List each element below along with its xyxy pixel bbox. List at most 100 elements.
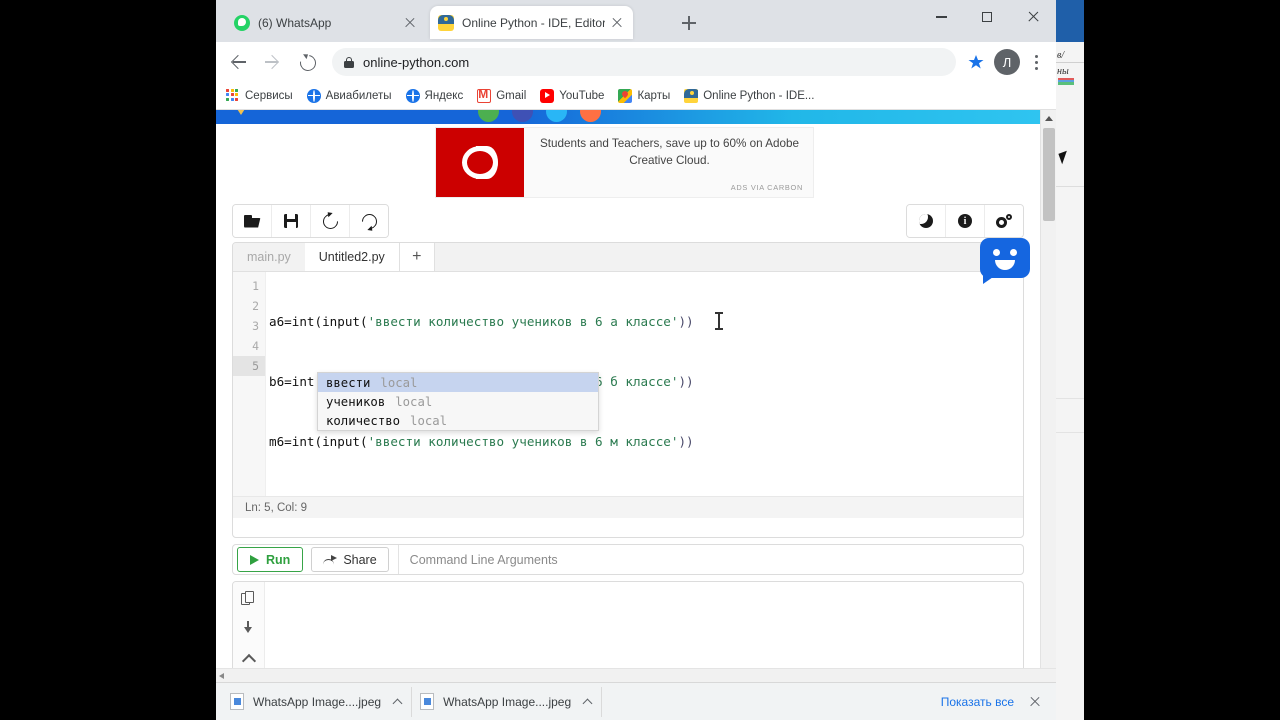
youtube-icon (540, 88, 555, 103)
add-file-tab-button[interactable]: + (399, 243, 435, 271)
undo-icon (319, 210, 341, 232)
redo-button[interactable] (350, 205, 388, 237)
folder-open-icon (243, 214, 261, 228)
profile-avatar[interactable]: Л (994, 49, 1020, 75)
header-dot-3 (546, 110, 567, 122)
download-file-name: WhatsApp Image....jpeg (253, 694, 382, 709)
close-icon[interactable] (402, 15, 418, 31)
bookmark-online-python[interactable]: Online Python - IDE... (684, 88, 814, 103)
code-line: a6=int(input('ввести количество учеников… (269, 312, 1023, 332)
autocomplete-scope: local (380, 375, 418, 390)
autocomplete-label: учеников (326, 394, 386, 409)
editor-body[interactable]: 1 2 3 4 5 a6=int(input('ввести количеств… (233, 272, 1023, 518)
page-scrollbar[interactable] (1040, 110, 1056, 692)
chevron-up-icon[interactable] (241, 650, 257, 664)
bookmark-karty[interactable]: Карты (618, 88, 670, 103)
save-icon (284, 214, 298, 228)
new-tab-button[interactable] (678, 12, 700, 34)
line-number: 3 (252, 319, 259, 333)
scroll-up-arrow-icon[interactable] (1041, 110, 1056, 126)
carbon-ad-banner[interactable]: Students and Teachers, save up to 60% on… (435, 127, 814, 198)
forward-button[interactable] (258, 47, 288, 77)
adobe-creative-cloud-icon (436, 128, 524, 197)
chrome-browser-window: (6) WhatsApp Online Python - IDE, Editor… (216, 0, 1056, 720)
output-side-toolbar (233, 582, 265, 680)
info-button[interactable]: i (946, 205, 985, 237)
editor-file-tabs: main.py Untitled2.py + (233, 243, 1023, 272)
run-button[interactable]: Run (237, 547, 304, 572)
ide-toolbar-right-group: i (906, 204, 1024, 238)
editor-tab-main-py[interactable]: main.py (233, 243, 305, 271)
autocomplete-item[interactable]: учеников local (318, 392, 598, 411)
undo-button[interactable] (311, 205, 350, 237)
bookmark-label: YouTube (559, 89, 605, 102)
horizontal-scrollbar[interactable] (216, 668, 1056, 682)
bookmarks-bar: Сервисы Авиабилеты Яндекс Gmail YouTube … (216, 82, 1056, 110)
output-panel (232, 581, 1024, 681)
settings-button[interactable] (985, 205, 1023, 237)
chat-eye-right (1010, 249, 1017, 256)
chat-widget-button[interactable] (980, 238, 1030, 278)
info-icon: i (958, 214, 972, 228)
chevron-up-icon[interactable] (583, 697, 593, 707)
chat-mouth (995, 260, 1015, 270)
whatsapp-icon (234, 14, 250, 31)
address-bar-url: online-python.com (363, 54, 470, 70)
tab-title: (6) WhatsApp (258, 15, 332, 30)
browser-tab-online-python[interactable]: Online Python - IDE, Editor, Com (430, 6, 633, 39)
ide-toolbar: i (232, 204, 1024, 238)
bookmark-servisy[interactable]: Сервисы (226, 88, 293, 103)
dark-mode-button[interactable] (907, 205, 946, 237)
code-string: ввести количество учеников в 6 а классе (375, 314, 671, 329)
back-button[interactable] (224, 47, 254, 77)
chat-eye-left (993, 249, 1000, 256)
chevron-up-icon[interactable] (393, 697, 403, 707)
download-item[interactable]: WhatsApp Image....jpeg (412, 686, 603, 717)
line-number: 1 (252, 279, 259, 293)
autocomplete-item-selected[interactable]: ввести local (318, 373, 598, 392)
editor-tab-untitled2-py[interactable]: Untitled2.py (304, 243, 400, 271)
download-output-icon[interactable] (241, 620, 257, 635)
bookmark-aviabilety[interactable]: Авиабилеты (306, 88, 392, 103)
background-mouse-cursor-icon (1058, 150, 1071, 165)
save-button[interactable] (272, 205, 311, 237)
autocomplete-item[interactable]: количество local (318, 411, 598, 430)
command-line-arguments-input[interactable]: Command Line Arguments (397, 545, 1023, 574)
bookmark-youtube[interactable]: YouTube (540, 88, 605, 103)
autocomplete-dropdown[interactable]: ввести local учеников local количество l… (317, 372, 599, 431)
close-icon[interactable] (1010, 0, 1056, 34)
address-bar[interactable]: online-python.com (332, 48, 956, 76)
site-logo-icon (230, 110, 252, 115)
site-header: ONLINE PYTHON (216, 110, 1040, 124)
open-file-button[interactable] (233, 205, 272, 237)
code-suffix: )) (678, 374, 694, 389)
moon-icon (919, 214, 933, 228)
bookmark-gmail[interactable]: Gmail (477, 87, 526, 103)
scroll-left-arrow-icon[interactable] (219, 673, 224, 679)
reload-button[interactable] (292, 47, 322, 77)
bookmark-yandex[interactable]: Яндекс (405, 88, 463, 103)
background-text-line-1: в/ (1057, 50, 1065, 61)
copy-output-icon[interactable] (240, 591, 257, 605)
minimize-icon[interactable] (918, 0, 964, 34)
share-button[interactable]: Share (311, 547, 389, 572)
chrome-menu-button[interactable] (1024, 48, 1048, 76)
close-icon[interactable] (609, 15, 625, 31)
browser-tab-strip: (6) WhatsApp Online Python - IDE, Editor… (216, 0, 1056, 42)
line-number-gutter: 1 2 3 4 5 (233, 272, 266, 518)
scrollbar-thumb[interactable] (1043, 128, 1055, 221)
download-item[interactable]: WhatsApp Image....jpeg (222, 686, 413, 717)
share-icon (323, 554, 338, 566)
globe-icon (306, 88, 321, 103)
maximize-icon[interactable] (964, 0, 1010, 34)
header-dot-2 (512, 110, 533, 122)
browser-tab-whatsapp[interactable]: (6) WhatsApp (226, 6, 426, 39)
download-file-name: WhatsApp Image....jpeg (443, 694, 572, 709)
line-number: 2 (252, 299, 259, 313)
show-all-downloads-link[interactable]: Показать все (931, 695, 1024, 709)
bookmark-star-icon[interactable] (962, 48, 990, 76)
close-icon[interactable] (1024, 691, 1046, 713)
output-text (265, 582, 1023, 680)
code-suffix: )) (678, 314, 694, 329)
window-controls (918, 0, 1056, 42)
